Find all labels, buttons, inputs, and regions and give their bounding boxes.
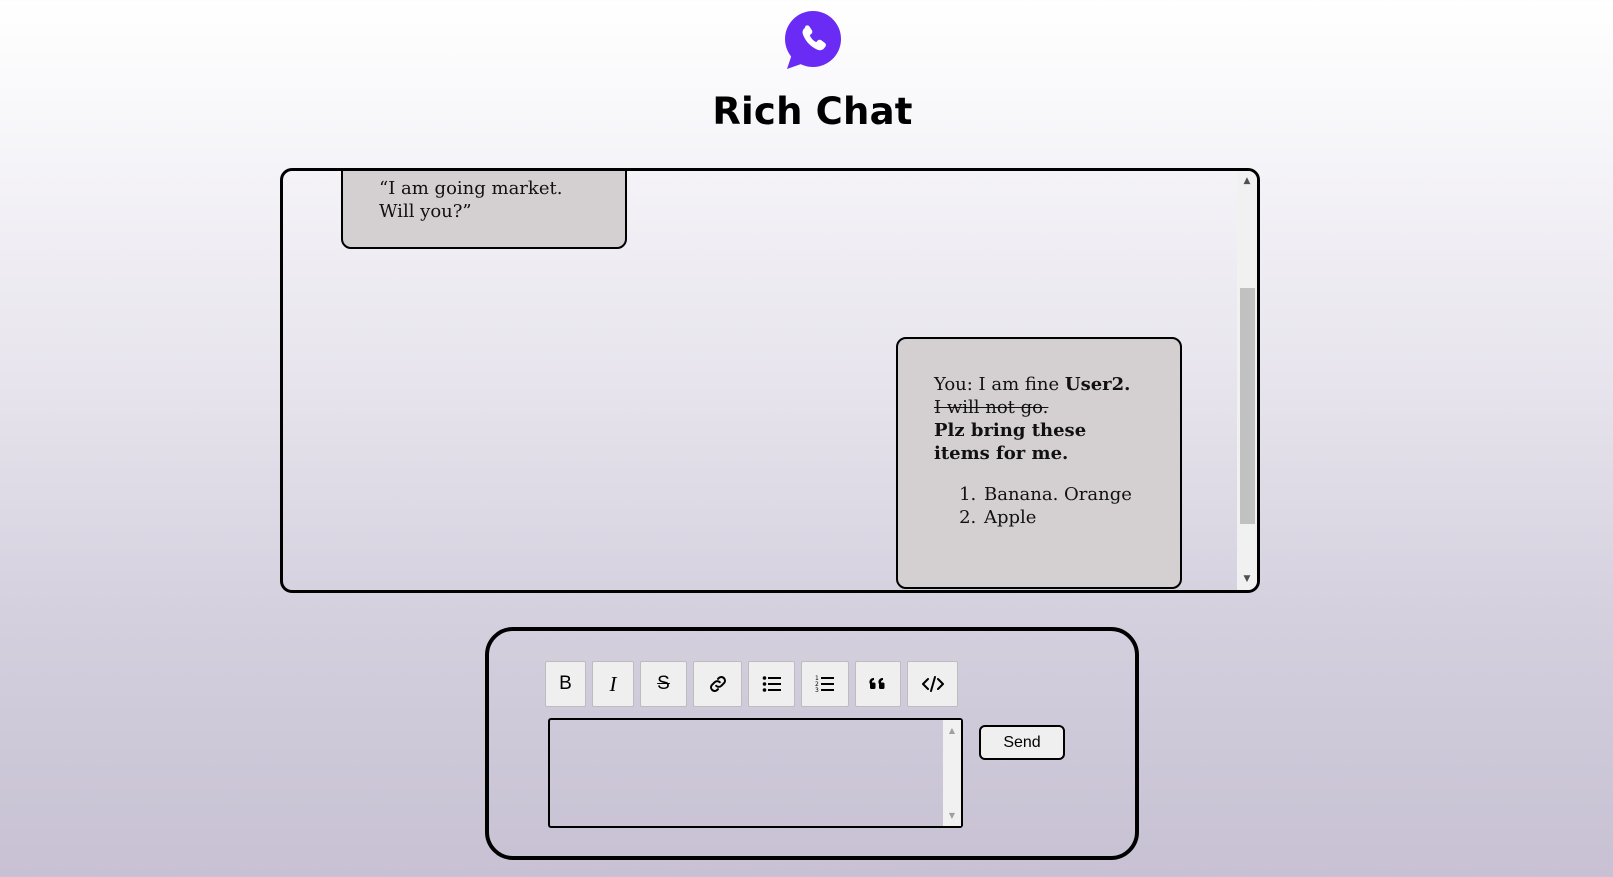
message-text: “I am going market. Will you?” [379, 178, 563, 222]
message-strikethrough: I will not go. [934, 397, 1049, 418]
ordered-list-icon: 1 2 3 [815, 675, 834, 693]
ordered-list-button[interactable]: 1 2 3 [801, 661, 849, 707]
scroll-down-arrow-icon[interactable]: ▼ [943, 807, 961, 824]
strikethrough-button[interactable]: S [640, 661, 687, 707]
message-bold-name: User2. [1064, 374, 1131, 395]
message-ordered-list: Banana. Orange Apple [934, 483, 1144, 529]
bullet-list-icon [762, 676, 781, 692]
link-icon [709, 676, 726, 692]
scroll-up-arrow-icon[interactable]: ▲ [943, 722, 961, 739]
app-title: Rich Chat [712, 90, 913, 133]
send-button[interactable]: Send [979, 725, 1065, 760]
message-composer: B I S 1 2 3 ▲ ▼ Send [485, 627, 1139, 860]
code-icon [921, 676, 944, 692]
list-item: Banana. Orange [982, 483, 1144, 506]
bold-icon: B [559, 673, 572, 694]
message-input[interactable] [548, 718, 963, 828]
quote-button[interactable] [855, 661, 901, 707]
chat-scrollbar[interactable]: ▲ ▼ [1237, 171, 1257, 590]
message-bold-line: Plz bring these items for me. [934, 420, 1087, 464]
list-item: Apple [982, 506, 1144, 529]
quote-icon [869, 677, 885, 689]
message-bubble-received: “I am going market. Will you?” [341, 171, 627, 249]
scroll-down-arrow-icon[interactable]: ▼ [1237, 571, 1257, 588]
chat-window[interactable]: “I am going market. Will you?” You: I am… [280, 168, 1260, 593]
italic-icon: I [609, 671, 617, 696]
svg-text:3: 3 [815, 687, 819, 693]
scroll-thumb[interactable] [1240, 288, 1255, 524]
italic-button[interactable]: I [592, 661, 634, 707]
code-button[interactable] [907, 661, 958, 707]
input-scrollbar[interactable]: ▲ ▼ [943, 720, 961, 826]
bold-button[interactable]: B [545, 661, 586, 707]
bullet-list-button[interactable] [748, 661, 795, 707]
chat-phone-logo-icon [785, 11, 841, 69]
message-bubble-sent: You: I am fine User2. I will not go. Plz… [896, 337, 1182, 589]
link-button[interactable] [693, 661, 742, 707]
message-prefix: You: I am fine [934, 374, 1065, 395]
scroll-up-arrow-icon[interactable]: ▲ [1237, 173, 1257, 190]
strikethrough-icon: S [657, 673, 670, 694]
chat-messages: “I am going market. Will you?” You: I am… [283, 171, 1237, 590]
